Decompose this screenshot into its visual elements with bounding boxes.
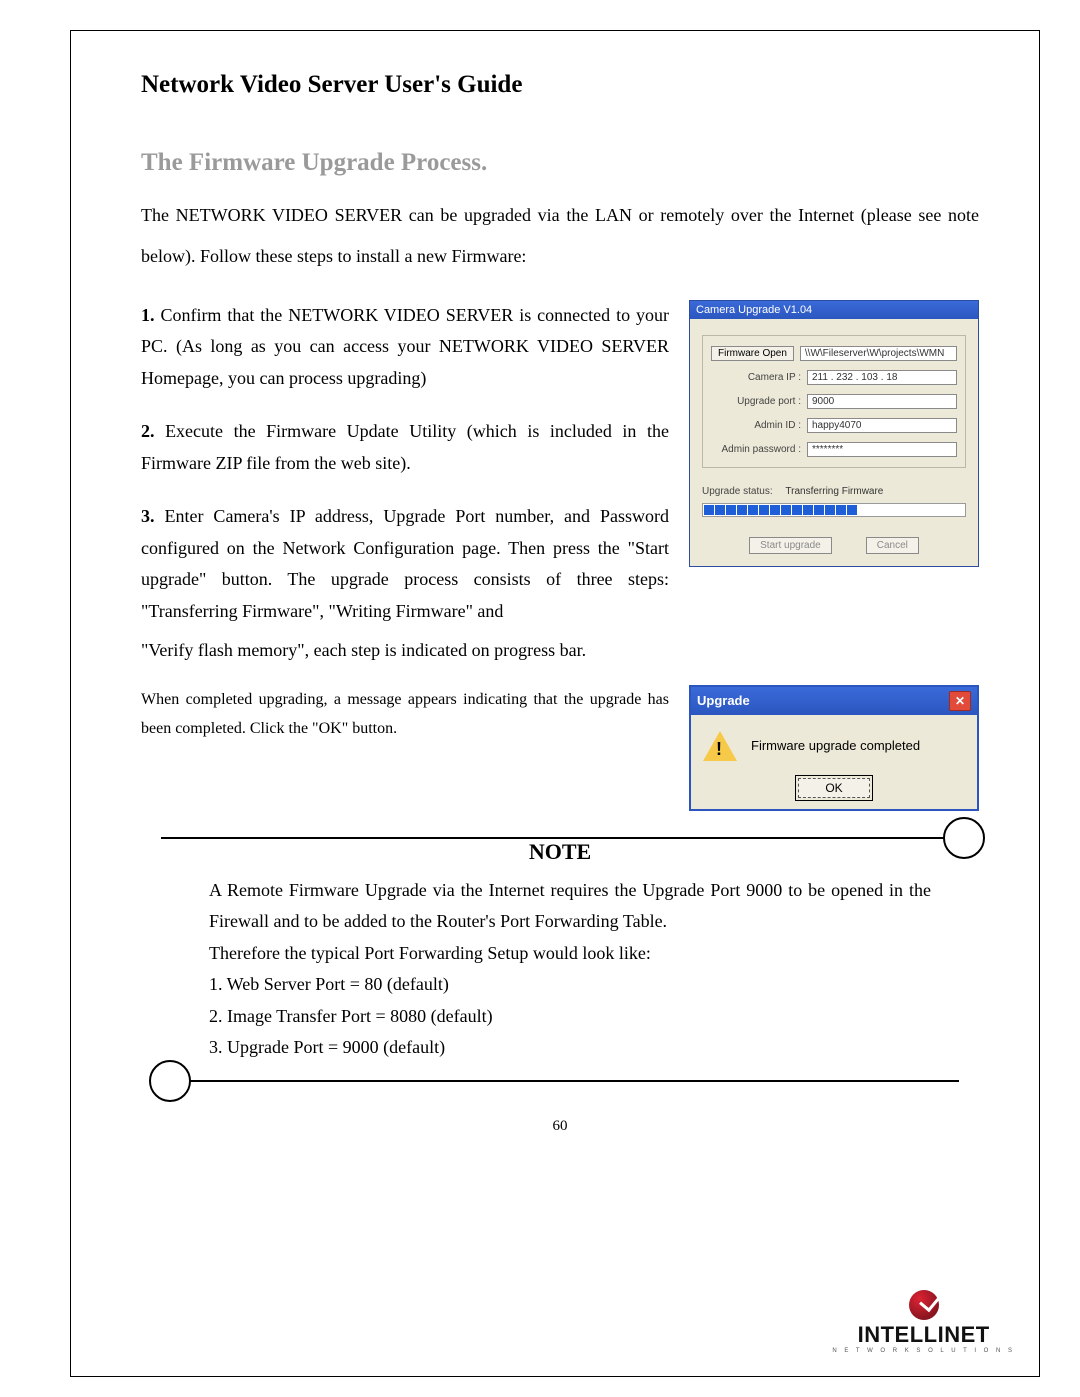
upgrade-utility-window: Camera Upgrade V1.04 Firmware Open \\W\F… xyxy=(689,300,979,567)
brand-logo: INTELLINET N E T W O R K S O L U T I O N… xyxy=(832,1290,1015,1354)
section-heading: The Firmware Upgrade Process. xyxy=(141,149,979,177)
start-upgrade-button[interactable]: Start upgrade xyxy=(749,537,832,554)
firmware-open-button[interactable]: Firmware Open xyxy=(711,346,794,361)
upgrade-port-label: Upgrade port : xyxy=(711,396,807,407)
admin-password-label: Admin password : xyxy=(711,444,807,455)
firmware-path-input[interactable]: \\W\Fileserver\W\projects\WMN xyxy=(800,346,957,361)
step-3-text: Enter Camera's IP address, Upgrade Port … xyxy=(141,506,669,621)
dialog-title: Upgrade xyxy=(697,693,750,708)
step-2: 2. Execute the Firmware Update Utility (… xyxy=(141,416,669,479)
page-number: 60 xyxy=(141,1118,979,1135)
note-p2: Therefore the typical Port Forwarding Se… xyxy=(209,938,931,970)
note-line-2: 2. Image Transfer Port = 8080 (default) xyxy=(209,1001,931,1033)
note-line-1: 1. Web Server Port = 80 (default) xyxy=(209,969,931,1001)
camera-ip-label: Camera IP : xyxy=(711,372,807,383)
brand-tagline: N E T W O R K S O L U T I O N S xyxy=(832,1348,1015,1354)
step-1: 1. Confirm that the NETWORK VIDEO SERVER… xyxy=(141,300,669,395)
upgrade-status: Upgrade status: Transferring Firmware xyxy=(702,486,966,497)
brand-name: INTELLINET xyxy=(832,1322,1015,1348)
step-3: 3. Enter Camera's IP address, Upgrade Po… xyxy=(141,501,669,627)
steps-list: 1. Confirm that the NETWORK VIDEO SERVER… xyxy=(141,300,669,628)
upgrade-status-label: Upgrade status: xyxy=(702,486,773,497)
close-icon[interactable]: ✕ xyxy=(949,691,971,711)
scroll-curl-icon xyxy=(149,1060,191,1102)
upgrade-window-title: Camera Upgrade V1.04 xyxy=(690,301,978,319)
step-3-num: 3. xyxy=(141,506,155,526)
dialog-message: Firmware upgrade completed xyxy=(751,738,965,753)
intro-paragraph: The NETWORK VIDEO SERVER can be upgraded… xyxy=(141,195,979,278)
admin-id-label: Admin ID : xyxy=(711,420,807,431)
step-2-text: Execute the Firmware Update Utility (whi… xyxy=(141,421,669,473)
scroll-curl-icon xyxy=(943,817,985,859)
cancel-button[interactable]: Cancel xyxy=(866,537,919,554)
ok-button[interactable]: OK xyxy=(798,778,869,798)
step-1-text: Confirm that the NETWORK VIDEO SERVER is… xyxy=(141,305,669,388)
upgrade-status-value: Transferring Firmware xyxy=(785,486,883,497)
note-p1: A Remote Firmware Upgrade via the Intern… xyxy=(209,875,931,938)
note-title: NOTE xyxy=(161,839,959,865)
camera-ip-input[interactable]: 211 . 232 . 103 . 18 xyxy=(807,370,957,385)
doc-title: Network Video Server User's Guide xyxy=(141,71,979,99)
warning-icon xyxy=(703,731,737,761)
admin-password-input[interactable]: ******** xyxy=(807,442,957,457)
note-scroll: NOTE A Remote Firmware Upgrade via the I… xyxy=(141,837,979,1082)
upgrade-port-input[interactable]: 9000 xyxy=(807,394,957,409)
step-2-num: 2. xyxy=(141,421,155,441)
upgrade-complete-dialog: Upgrade ✕ Firmware upgrade completed OK xyxy=(689,685,979,811)
note-line-3: 3. Upgrade Port = 9000 (default) xyxy=(209,1032,931,1064)
completed-paragraph: When completed upgrading, a message appe… xyxy=(141,685,669,744)
progress-bar xyxy=(702,503,966,517)
step-1-num: 1. xyxy=(141,305,155,325)
checkmark-globe-icon xyxy=(909,1290,939,1320)
admin-id-input[interactable]: happy4070 xyxy=(807,418,957,433)
